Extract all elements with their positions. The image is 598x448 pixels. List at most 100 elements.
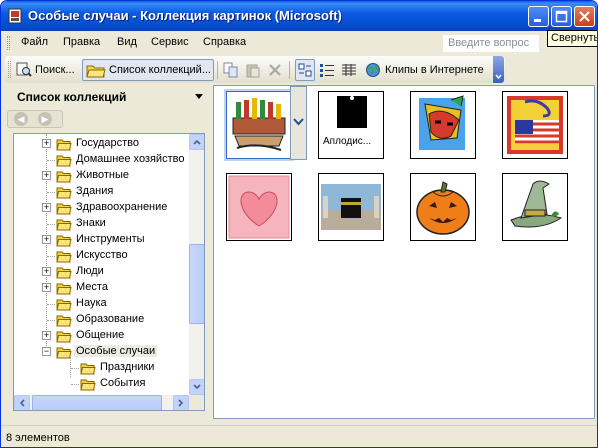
tree-item[interactable]: + Инструменты (14, 232, 189, 248)
tree-connector (71, 368, 79, 369)
item-count: 8 элементов (6, 432, 70, 444)
maximize-button[interactable] (551, 6, 572, 27)
tree-item-label: Наука (76, 297, 107, 309)
tree-item-label: Животные (76, 169, 130, 181)
minimize-button[interactable] (528, 6, 549, 27)
expand-toggle[interactable]: + (42, 235, 51, 244)
applause-image (319, 92, 383, 158)
folder-icon (56, 203, 72, 215)
expand-toggle[interactable]: + (42, 283, 51, 292)
clip-dropdown-button[interactable] (290, 86, 307, 160)
tree-item[interactable]: + Люди (14, 264, 189, 280)
collections-tree[interactable]: + Государство Домашнее хозяйство + Животные З… (13, 133, 205, 411)
close-button[interactable] (574, 6, 595, 27)
hscroll-thumb[interactable] (32, 395, 162, 410)
tree-item[interactable]: Знаки (14, 216, 189, 232)
pane-menu-arrow[interactable] (195, 94, 203, 99)
tree-horizontal-scrollbar[interactable] (14, 395, 189, 410)
flag-party-clip[interactable] (502, 91, 568, 159)
forward-button[interactable]: ▶ (38, 112, 52, 126)
clip-organizer-icon (8, 8, 22, 24)
menubar-grip[interactable] (7, 36, 10, 50)
candles-clip[interactable] (226, 91, 292, 159)
toolbar-overflow-chevron[interactable] (493, 56, 504, 83)
pane-nav-buttons: ◀ ▶ (7, 110, 63, 128)
tree-item[interactable]: + Государство (14, 136, 189, 152)
menu-file[interactable]: Файл (21, 36, 48, 48)
folder-icon (56, 283, 72, 295)
tree-item-label: Образование (76, 313, 145, 325)
tree-item[interactable]: − Особые случаи (14, 344, 189, 360)
window-title: Особые случаи - Коллекция картинок (Micr… (28, 8, 342, 23)
clips-online-button[interactable]: Клипы в Интернете (365, 59, 484, 81)
menu-view[interactable]: Вид (117, 36, 137, 48)
kaaba-clip[interactable] (318, 173, 384, 241)
scroll-left-button[interactable] (14, 395, 30, 410)
expand-toggle[interactable]: + (42, 203, 51, 212)
paste-button[interactable] (245, 59, 263, 81)
copy-icon (223, 62, 238, 78)
tree-item-label: Знаки (76, 217, 106, 229)
menu-edit[interactable]: Правка (63, 36, 100, 48)
menu-tools[interactable]: Сервис (151, 36, 189, 48)
tree-item-label: Места (76, 281, 108, 293)
list-view-button[interactable] (319, 59, 337, 81)
tree-item[interactable]: Домашнее хозяйство (14, 152, 189, 168)
tree-item-label: Люди (76, 265, 104, 277)
tree-vertical-scrollbar[interactable] (189, 134, 204, 395)
paste-icon (246, 64, 260, 78)
heart-image (227, 174, 291, 240)
applause-clip[interactable]: Аплодис... (318, 91, 384, 159)
search-icon (16, 62, 32, 77)
witch-hat-clip[interactable] (502, 173, 568, 241)
scroll-thumb[interactable] (189, 244, 204, 324)
tree-item[interactable]: Здания (14, 184, 189, 200)
expand-toggle[interactable]: + (42, 171, 51, 180)
minimize-icon (534, 19, 541, 22)
toolbar-separator (289, 61, 290, 79)
thumbnails-icon (298, 63, 312, 77)
copy-button[interactable] (223, 59, 241, 81)
details-view-button[interactable] (341, 59, 359, 81)
tree-item[interactable]: + Животные (14, 168, 189, 184)
scroll-up-button[interactable] (189, 134, 204, 150)
tree-item-label: Искусство (76, 249, 128, 261)
menu-help[interactable]: Справка (203, 36, 246, 48)
globe-icon (366, 63, 380, 77)
thumbnails-view-button[interactable] (295, 59, 315, 81)
heart-clip[interactable] (226, 173, 292, 241)
collapse-toggle[interactable]: − (42, 347, 51, 356)
tree-item[interactable]: + Места (14, 280, 189, 296)
tree-item[interactable]: Образование (14, 312, 189, 328)
expand-toggle[interactable]: + (42, 139, 51, 148)
back-button[interactable]: ◀ (14, 112, 28, 126)
arrow-up-icon (193, 139, 201, 145)
title-bar[interactable]: Особые случаи - Коллекция картинок (Micr… (1, 1, 597, 31)
delete-button[interactable] (267, 59, 285, 81)
tree-item[interactable]: Искусство (14, 248, 189, 264)
toolbar-grip[interactable] (8, 61, 11, 78)
search-button[interactable]: Поиск... (15, 59, 75, 81)
mask-clip[interactable] (410, 91, 476, 159)
scroll-right-button[interactable] (173, 395, 189, 410)
clips-view[interactable]: Аплодис... (213, 85, 595, 419)
expand-toggle[interactable]: + (42, 331, 51, 340)
scroll-down-button[interactable] (189, 379, 204, 395)
list-view-icon (320, 64, 334, 77)
tree-item[interactable]: + Здравоохранение (14, 200, 189, 216)
tree-item[interactable]: Праздники (14, 360, 189, 376)
tree-item[interactable]: Наука (14, 296, 189, 312)
pumpkin-clip[interactable] (410, 173, 476, 241)
folder-icon (56, 251, 72, 263)
tree-item[interactable]: События (14, 376, 189, 392)
collections-list-button[interactable]: Список коллекций... (82, 59, 214, 81)
folder-icon (86, 65, 106, 78)
ask-question-input[interactable]: Введите вопрос (443, 35, 539, 52)
collections-list-label: Список коллекций... (109, 64, 211, 76)
folder-icon (80, 379, 96, 391)
kaaba-image (319, 174, 383, 240)
toolbar: Поиск... Список коллекций... Клипы в Инт… (5, 56, 505, 83)
expand-toggle[interactable]: + (42, 267, 51, 276)
maximize-icon (555, 10, 568, 23)
tree-item[interactable]: + Общение (14, 328, 189, 344)
